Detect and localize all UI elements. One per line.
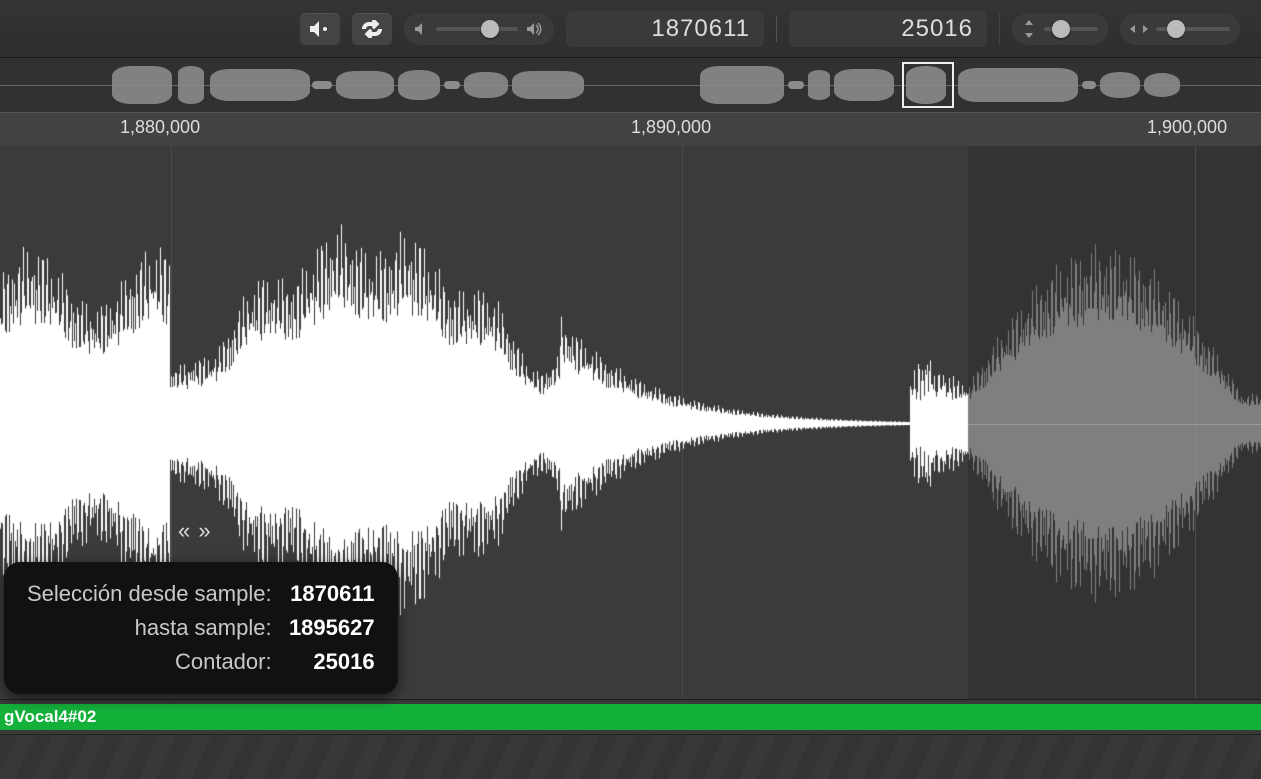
- vzoom-track: [1044, 27, 1098, 31]
- bottom-bar: [0, 734, 1261, 779]
- cycle-button[interactable]: [352, 13, 392, 45]
- overview-blob: [1082, 81, 1096, 89]
- readout-divider: [776, 16, 777, 42]
- volume-knob[interactable]: [481, 20, 499, 38]
- selection-boundary-cursor-icon: « »: [178, 518, 212, 544]
- tooltip-count-value: 25016: [284, 646, 376, 678]
- overview-blob: [512, 71, 584, 99]
- overview-blob: [210, 69, 310, 101]
- overview-blob: [958, 68, 1078, 102]
- overview-blob: [808, 70, 830, 100]
- overview-blob: [464, 72, 508, 98]
- volume-low-icon: [414, 22, 428, 36]
- overview-blob: [398, 70, 440, 100]
- overview-blob: [1144, 73, 1180, 97]
- toolbar-separator: [999, 13, 1000, 45]
- position-value: 1870611: [651, 15, 750, 43]
- overview-blob: [312, 81, 332, 89]
- ruler-tick: 1,880,000: [120, 117, 200, 138]
- volume-slider[interactable]: [404, 13, 554, 45]
- region-name: gVocal4#02: [4, 707, 96, 727]
- overview-blob: [700, 66, 784, 104]
- overview-blob: [178, 66, 204, 104]
- length-value: 25016: [901, 15, 973, 43]
- overview-waveform[interactable]: [0, 58, 1261, 113]
- tooltip-to-value: 1895627: [284, 612, 376, 644]
- volume-track: [436, 27, 518, 31]
- preview-button[interactable]: [300, 13, 340, 45]
- tooltip-from-value: 1870611: [284, 578, 376, 610]
- hzoom-track: [1156, 27, 1230, 31]
- ruler-tick: 1,890,000: [631, 117, 711, 138]
- ruler-tick: 1,900,000: [1147, 117, 1227, 138]
- volume-high-icon: [526, 22, 544, 36]
- horizontal-zoom-icon: [1130, 22, 1148, 36]
- region-lane: gVocal4#02: [0, 699, 1261, 735]
- vertical-zoom-slider[interactable]: [1012, 13, 1108, 45]
- overview-viewport-box[interactable]: [902, 62, 954, 108]
- toolbar: 1870611 25016: [0, 0, 1261, 58]
- overview-blob: [1100, 72, 1140, 98]
- time-ruler[interactable]: 1,880,000 1,890,000 1,900,000: [0, 112, 1261, 148]
- horizontal-zoom-slider[interactable]: [1120, 13, 1240, 45]
- overview-blob: [834, 69, 894, 101]
- tooltip-from-label: Selección desde sample:: [26, 578, 282, 610]
- overview-blob: [444, 81, 460, 89]
- hzoom-knob[interactable]: [1167, 20, 1185, 38]
- loop-icon: [359, 20, 385, 38]
- vzoom-knob[interactable]: [1052, 20, 1070, 38]
- audio-region[interactable]: gVocal4#02: [0, 704, 1261, 730]
- overview-blob: [336, 71, 394, 99]
- selection-tooltip: Selección desde sample: 1870611 hasta sa…: [4, 562, 398, 694]
- tooltip-to-label: hasta sample:: [26, 612, 282, 644]
- length-readout[interactable]: 25016: [789, 11, 987, 47]
- speaker-icon: [309, 20, 331, 38]
- vertical-zoom-icon: [1022, 20, 1036, 38]
- overview-blob: [112, 66, 172, 104]
- overview-blob: [788, 81, 804, 89]
- tooltip-count-label: Contador:: [26, 646, 282, 678]
- position-readout[interactable]: 1870611: [566, 11, 764, 47]
